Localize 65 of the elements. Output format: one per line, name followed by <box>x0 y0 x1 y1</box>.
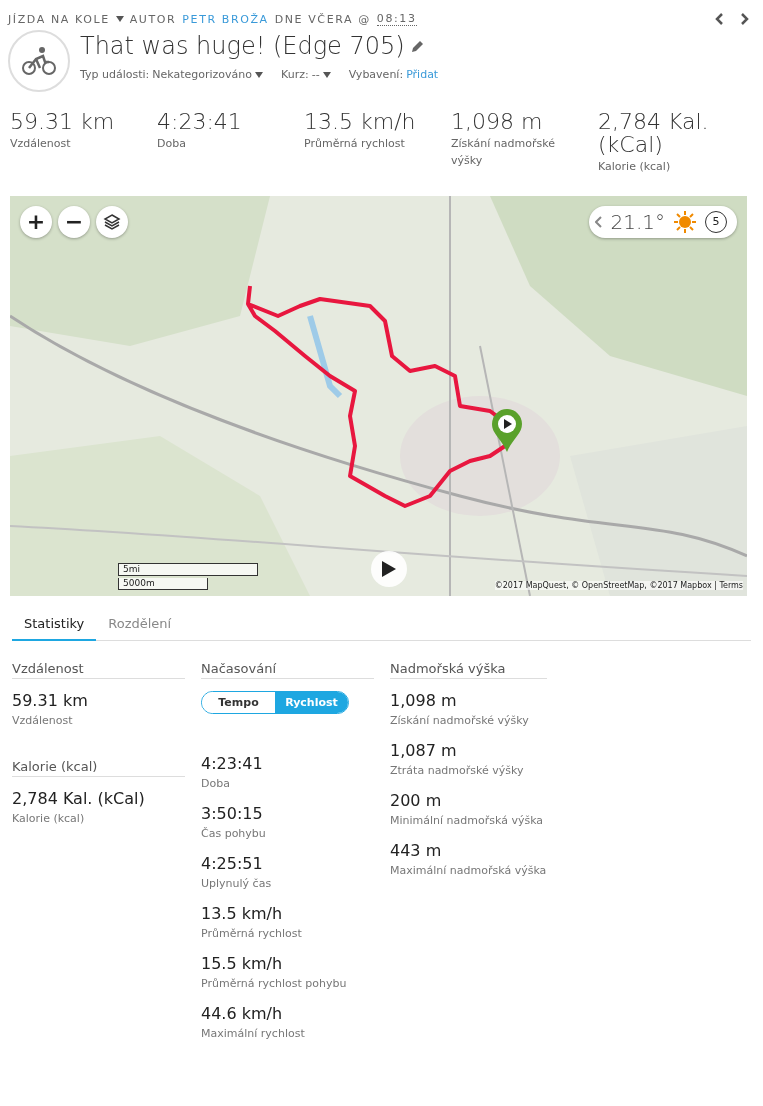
cyclist-icon <box>21 46 57 76</box>
meta-label: Vybavení: <box>348 68 404 81</box>
stat-value: 3:50:15 <box>201 803 264 823</box>
chevron-left-icon[interactable] <box>595 215 603 228</box>
meta-dropdown[interactable]: Nekategorizováno <box>152 68 253 81</box>
stat-value: 13.5 km/h <box>201 903 284 923</box>
summary-value: 4:23:41 <box>157 110 243 134</box>
pencil-icon[interactable] <box>410 39 424 53</box>
summary-value: 13.5 km/h <box>304 110 417 134</box>
stat-label: Minimální nadmořská výška <box>390 813 545 827</box>
stat-label: Ztráta nadmořské výšky <box>390 763 525 777</box>
stat-label: Uplynulý čas <box>201 876 273 890</box>
stat-value: 1,098 m <box>390 690 458 710</box>
caret-icon <box>322 71 331 78</box>
stat-label: Průměrná rychlost pohybu <box>201 976 348 990</box>
summary-label: Vzdálenost <box>10 136 72 153</box>
summary-value: 1,098 m <box>451 110 544 134</box>
summary-label: Doba <box>157 136 187 153</box>
author-link[interactable]: PETR BROŽA <box>182 12 269 26</box>
summary-label: Kalorie (kcal) <box>598 159 672 176</box>
stat-value: 44.6 km/h <box>201 1003 284 1023</box>
stat-value: 15.5 km/h <box>201 953 284 973</box>
add-link[interactable]: Přidat <box>406 68 439 81</box>
sun-icon <box>673 209 697 234</box>
meta-label: Typ události: <box>80 68 150 81</box>
summary-value: 59.31 km <box>10 110 116 134</box>
map-marker-icon <box>491 407 523 452</box>
section-heading: Nadmořská výška <box>390 660 547 679</box>
section-heading: Načasování <box>201 660 374 679</box>
section-heading: Kalorie (kcal) <box>12 758 185 777</box>
summary-label: Získání nadmořské výšky <box>451 136 556 169</box>
map-attribution: ©2017 MapQuest, © OpenStreetMap, ©2017 Mapbox | Terms <box>494 580 743 590</box>
stat-label: Čas pohybu <box>201 826 267 840</box>
meta-label: Kurz: <box>281 68 309 81</box>
tab[interactable]: Rozdělení <box>96 609 184 641</box>
activity-title: That was huge! (Edge 705) <box>80 32 405 60</box>
caret-icon <box>255 71 264 78</box>
stat-value: 200 m <box>390 790 443 810</box>
stat-label: Doba <box>201 776 231 790</box>
summary-value: 2,784 Kal. (kCal) <box>598 110 710 157</box>
date-label: DNE VČERA @ <box>274 12 371 26</box>
stat-value: 4:23:41 <box>201 753 264 773</box>
activity-type: JÍZDA NA KOLE <box>8 12 110 26</box>
layers-icon[interactable] <box>103 212 121 231</box>
section-heading: Vzdálenost <box>12 660 185 679</box>
meta-dropdown[interactable]: -- <box>311 68 320 81</box>
stat-value: 1,087 m <box>390 740 458 760</box>
stat-label: Maximální nadmořská výška <box>390 863 547 877</box>
activity-time: 08:13 <box>376 12 417 26</box>
stat-label: Kalorie (kcal) <box>12 811 86 825</box>
stat-label: Vzdálenost <box>12 713 74 727</box>
stat-value: 2,784 Kal. (kCal) <box>12 788 146 808</box>
dropdown-caret-icon <box>115 16 124 22</box>
author-label: AUTOR <box>129 12 177 26</box>
temperature: 21.1° <box>610 209 665 234</box>
stat-value: 59.31 km <box>12 690 89 710</box>
stat-value: 4:25:51 <box>201 853 264 873</box>
stat-value: 443 m <box>390 840 443 860</box>
tab[interactable]: Statistiky <box>12 609 97 641</box>
stat-label: Průměrná rychlost <box>201 926 303 940</box>
weather-widget[interactable]: 21.1° 5 <box>589 205 737 238</box>
summary-label: Průměrná rychlost <box>304 136 406 153</box>
play-icon[interactable] <box>381 559 397 578</box>
stat-label: Maximální rychlost <box>201 1026 306 1040</box>
stat-label: Získání nadmořské výšky <box>390 713 530 727</box>
